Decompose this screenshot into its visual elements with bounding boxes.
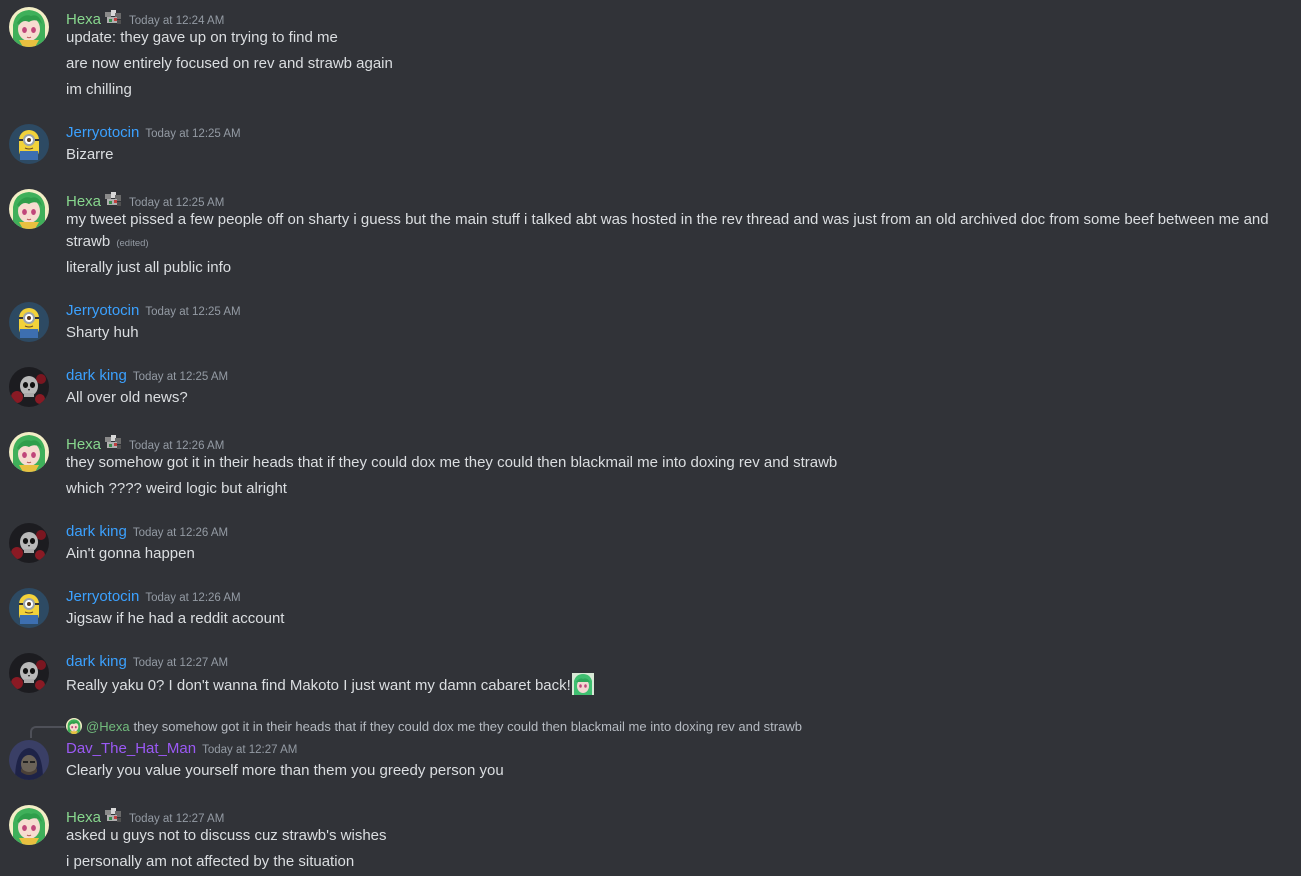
reply-text[interactable]: they somehow got it in their heads that …: [134, 719, 802, 734]
skull-avatar-icon: [9, 367, 49, 407]
message-text: which ???? weird logic but alright: [66, 480, 287, 497]
reply-username[interactable]: @Hexa: [86, 719, 130, 734]
message-text: All over old news?: [66, 389, 188, 406]
skull-avatar-icon: [9, 653, 49, 693]
pixel-badge-icon[interactable]: [103, 191, 123, 208]
message-timestamp[interactable]: Today at 12:27 AM: [133, 657, 228, 669]
username[interactable]: Jerryotocin: [66, 124, 139, 141]
message-header: Hexa Today at 12:27 AM: [66, 805, 224, 826]
username[interactable]: Hexa: [66, 809, 101, 826]
username[interactable]: dark king: [66, 367, 127, 384]
username[interactable]: Jerryotocin: [66, 588, 139, 605]
message-text: Ain't gonna happen: [66, 545, 195, 562]
user-avatar[interactable]: [9, 740, 49, 780]
anime-emoji-icon[interactable]: [572, 673, 594, 695]
user-avatar[interactable]: [9, 588, 49, 628]
username[interactable]: Hexa: [66, 436, 101, 453]
message-header: Hexa Today at 12:24 AM: [66, 7, 224, 28]
user-avatar[interactable]: [9, 432, 49, 472]
user-avatar[interactable]: [9, 124, 49, 164]
pixel-badge-icon[interactable]: [103, 9, 123, 26]
user-avatar[interactable]: [9, 302, 49, 342]
message-header: dark king Today at 12:27 AM: [66, 653, 228, 673]
message-header: Jerryotocin Today at 12:25 AM: [66, 302, 241, 322]
message-timestamp[interactable]: Today at 12:26 AM: [129, 440, 224, 452]
user-avatar[interactable]: [9, 523, 49, 563]
message-text: im chilling: [66, 81, 132, 98]
username[interactable]: Hexa: [66, 193, 101, 210]
pixel-badge-icon[interactable]: [103, 807, 123, 824]
reply-preview[interactable]: @Hexa they somehow got it in their heads…: [66, 717, 802, 735]
message-text: literally just all public info: [66, 259, 232, 276]
anime-avatar-icon: [9, 189, 49, 229]
message-text: update: they gave up on trying to find m…: [66, 29, 338, 46]
message-header: Dav_The_Hat_Man Today at 12:27 AM: [66, 740, 297, 760]
minion-avatar-icon: [9, 302, 49, 342]
user-avatar[interactable]: [9, 189, 49, 229]
message-timestamp[interactable]: Today at 12:24 AM: [129, 15, 224, 27]
message-text: Sharty huh: [66, 324, 139, 341]
minion-avatar-icon: [9, 124, 49, 164]
message-header: Hexa Today at 12:26 AM: [66, 432, 224, 453]
message-text: asked u guys not to discuss cuz strawb's…: [66, 827, 387, 844]
username[interactable]: Hexa: [66, 11, 101, 28]
message-timestamp[interactable]: Today at 12:27 AM: [202, 744, 297, 756]
user-avatar[interactable]: [9, 805, 49, 845]
message-text: Bizarre: [66, 146, 114, 163]
message-timestamp[interactable]: Today at 12:25 AM: [145, 128, 240, 140]
message-text: my tweet pissed a few people off on shar…: [66, 211, 1269, 250]
username[interactable]: dark king: [66, 653, 127, 670]
message-header: Hexa Today at 12:25 AM: [66, 189, 224, 210]
pixel-badge-icon[interactable]: [103, 434, 123, 451]
message-timestamp[interactable]: Today at 12:25 AM: [129, 197, 224, 209]
message-header: dark king Today at 12:26 AM: [66, 523, 228, 543]
message-text: Jigsaw if he had a reddit account: [66, 610, 285, 627]
username[interactable]: dark king: [66, 523, 127, 540]
message-text: i personally am not affected by the situ…: [66, 853, 355, 870]
username[interactable]: Dav_The_Hat_Man: [66, 740, 196, 757]
message-timestamp[interactable]: Today at 12:26 AM: [133, 527, 228, 539]
skull-avatar-icon: [9, 523, 49, 563]
username[interactable]: Jerryotocin: [66, 302, 139, 319]
anime-avatar-icon: [9, 7, 49, 47]
user-avatar[interactable]: [9, 367, 49, 407]
message-header: Jerryotocin Today at 12:26 AM: [66, 588, 241, 608]
reply-avatar-icon: [66, 718, 82, 734]
message-text: they somehow got it in their heads that …: [66, 454, 838, 471]
reply-connector: [30, 726, 65, 738]
edited-label[interactable]: (edited): [116, 238, 148, 249]
message-timestamp[interactable]: Today at 12:25 AM: [133, 371, 228, 383]
hooded-figure-avatar-icon: [9, 740, 49, 780]
message-header: dark king Today at 12:25 AM: [66, 367, 228, 387]
message-text: are now entirely focused on rev and stra…: [66, 55, 393, 72]
anime-avatar-icon: [9, 432, 49, 472]
user-avatar[interactable]: [9, 7, 49, 47]
minion-avatar-icon: [9, 588, 49, 628]
user-avatar[interactable]: [9, 653, 49, 693]
anime-avatar-icon: [9, 805, 49, 845]
message-timestamp[interactable]: Today at 12:26 AM: [145, 592, 240, 604]
message-timestamp[interactable]: Today at 12:27 AM: [129, 813, 224, 825]
chat-message-list: Hexa Today at 12:24 AM update: they gave…: [0, 0, 1301, 876]
message-text: Clearly you value yourself more than the…: [66, 762, 504, 779]
message-header: Jerryotocin Today at 12:25 AM: [66, 124, 241, 144]
message-timestamp[interactable]: Today at 12:25 AM: [145, 306, 240, 318]
message-text: Really yaku 0? I don't wanna find Makoto…: [66, 673, 1293, 697]
